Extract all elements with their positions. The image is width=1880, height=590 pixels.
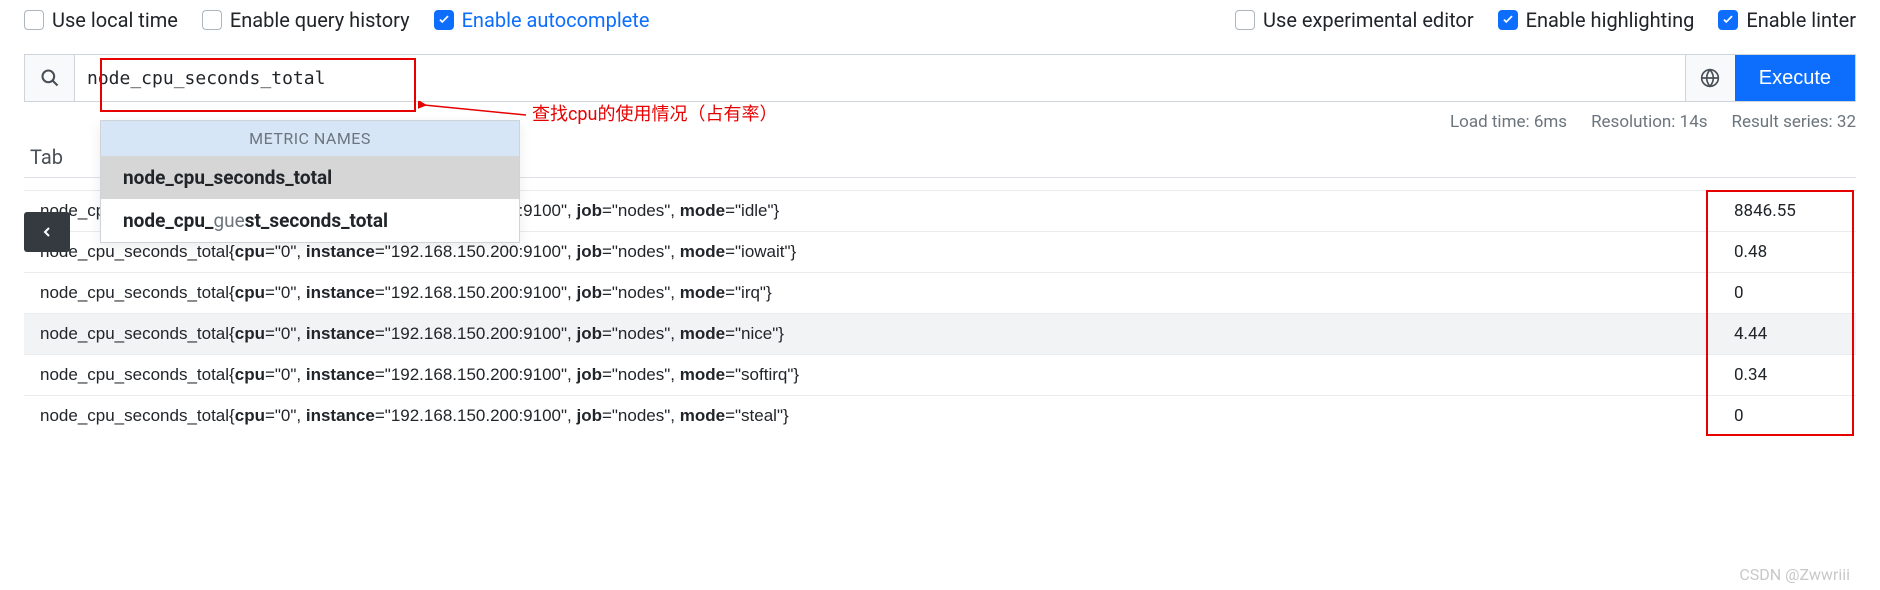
enable-linter-label: Enable linter [1746, 8, 1856, 32]
execute-button[interactable]: Execute [1735, 55, 1855, 101]
use-local-time-checkbox[interactable]: Use local time [24, 8, 178, 32]
use-local-time-label: Use local time [52, 8, 178, 32]
enable-history-checkbox[interactable]: Enable query history [202, 8, 410, 32]
result-metric: node_cpu_seconds_total{cpu="0", instance… [40, 242, 1720, 262]
chevron-left-icon [39, 224, 55, 240]
dropdown-item[interactable]: node_cpu_seconds_total [101, 156, 519, 199]
use-experimental-checkbox[interactable]: Use experimental editor [1235, 8, 1474, 32]
result-metric: node_cpu_seconds_total{cpu="0", instance… [40, 406, 1720, 426]
result-row[interactable]: node_cpu_seconds_total{cpu="0", instance… [24, 395, 1856, 436]
options-bar: Use local time Enable query history Enab… [0, 0, 1880, 40]
watermark: CSDN @Zwwriii [1739, 565, 1850, 584]
result-series-label: Result series: 32 [1732, 112, 1856, 132]
result-value: 0 [1720, 406, 1840, 426]
enable-highlighting-checkbox[interactable]: Enable highlighting [1498, 8, 1695, 32]
result-row[interactable]: node_cpu_seconds_total{cpu="0", instance… [24, 313, 1856, 354]
search-icon-button[interactable] [25, 55, 75, 101]
globe-icon-button[interactable] [1685, 55, 1735, 101]
result-row[interactable]: node_cpu_seconds_total{cpu="0", instance… [24, 354, 1856, 395]
search-icon [40, 68, 60, 88]
result-metric: node_cpu_seconds_total{cpu="0", instance… [40, 324, 1720, 344]
result-value: 0.34 [1720, 365, 1840, 385]
load-time-label: Load time: 6ms [1450, 112, 1567, 132]
checkbox-checked-icon [1718, 10, 1738, 30]
tab-table[interactable]: Tab [24, 145, 69, 177]
result-value: 0.48 [1720, 242, 1840, 262]
enable-autocomplete-label: Enable autocomplete [462, 8, 650, 32]
result-value: 0 [1720, 283, 1840, 303]
enable-history-label: Enable query history [230, 8, 410, 32]
query-input[interactable] [87, 68, 1673, 89]
use-experimental-label: Use experimental editor [1263, 8, 1474, 32]
resolution-label: Resolution: 14s [1591, 112, 1707, 132]
result-metric: node_cpu_seconds_total{cpu="0", instance… [40, 283, 1720, 303]
dropdown-item[interactable]: node_cpu_guest_seconds_total [101, 199, 519, 242]
result-metric: node_cpu_seconds_total{cpu="0", instance… [40, 365, 1720, 385]
dropdown-item-mid: gue [213, 209, 244, 232]
checkbox-icon [202, 10, 222, 30]
result-row[interactable]: node_cpu_seconds_total{cpu="0", instance… [24, 272, 1856, 313]
dropdown-item-text: node_cpu_seconds_total [123, 166, 332, 189]
result-value: 4.44 [1720, 324, 1840, 344]
result-value: 8846.55 [1720, 201, 1840, 221]
checkbox-icon [1235, 10, 1255, 30]
enable-highlighting-label: Enable highlighting [1526, 8, 1695, 32]
autocomplete-dropdown: METRIC NAMES node_cpu_seconds_total node… [100, 120, 520, 243]
enable-autocomplete-checkbox[interactable]: Enable autocomplete [434, 8, 650, 32]
dropdown-item-bold: node_cpu_ [123, 209, 213, 232]
globe-icon [1700, 68, 1720, 88]
query-row: Execute [24, 54, 1856, 102]
dropdown-header: METRIC NAMES [101, 121, 519, 156]
checkbox-checked-icon [434, 10, 454, 30]
checkbox-checked-icon [1498, 10, 1518, 30]
enable-linter-checkbox[interactable]: Enable linter [1718, 8, 1856, 32]
checkbox-icon [24, 10, 44, 30]
time-back-button[interactable] [24, 212, 70, 252]
dropdown-item-rest: st_seconds_total [245, 209, 388, 232]
